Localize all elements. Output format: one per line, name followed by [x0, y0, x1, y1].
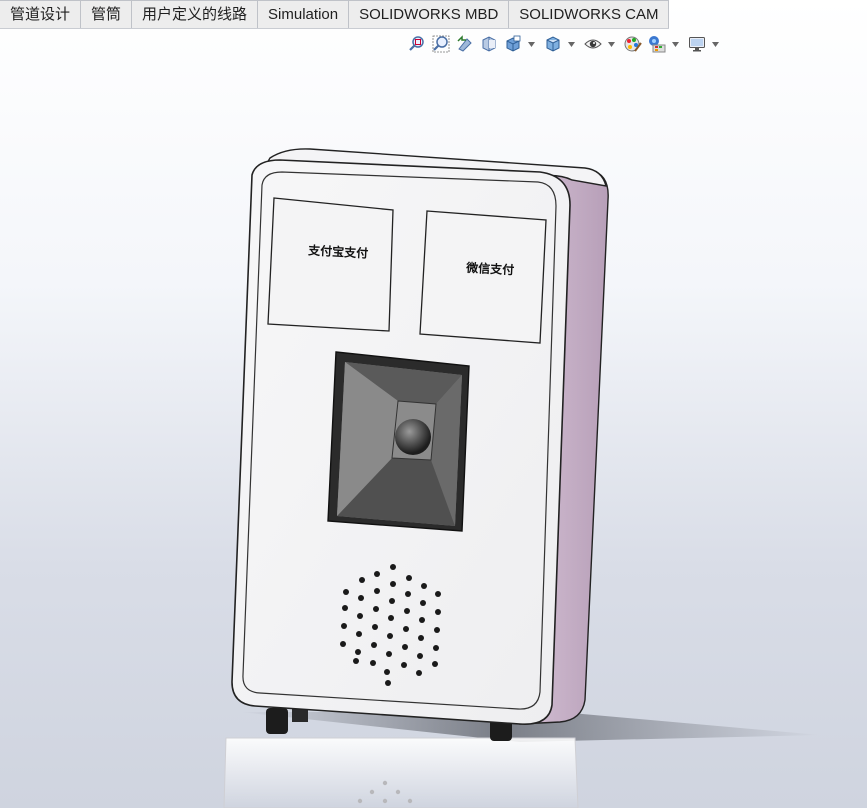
alipay-label: 支付宝支付 — [307, 242, 369, 260]
graphics-area[interactable]: 支付宝支付 微信支付 — [0, 0, 867, 808]
floor-reflection — [223, 737, 579, 808]
scanner-lens — [395, 419, 431, 455]
wechat-label: 微信支付 — [465, 260, 515, 278]
scanner-window — [327, 351, 470, 532]
wechat-label-panel: 微信支付 — [419, 210, 547, 344]
alipay-label-panel: 支付宝支付 — [267, 197, 394, 332]
